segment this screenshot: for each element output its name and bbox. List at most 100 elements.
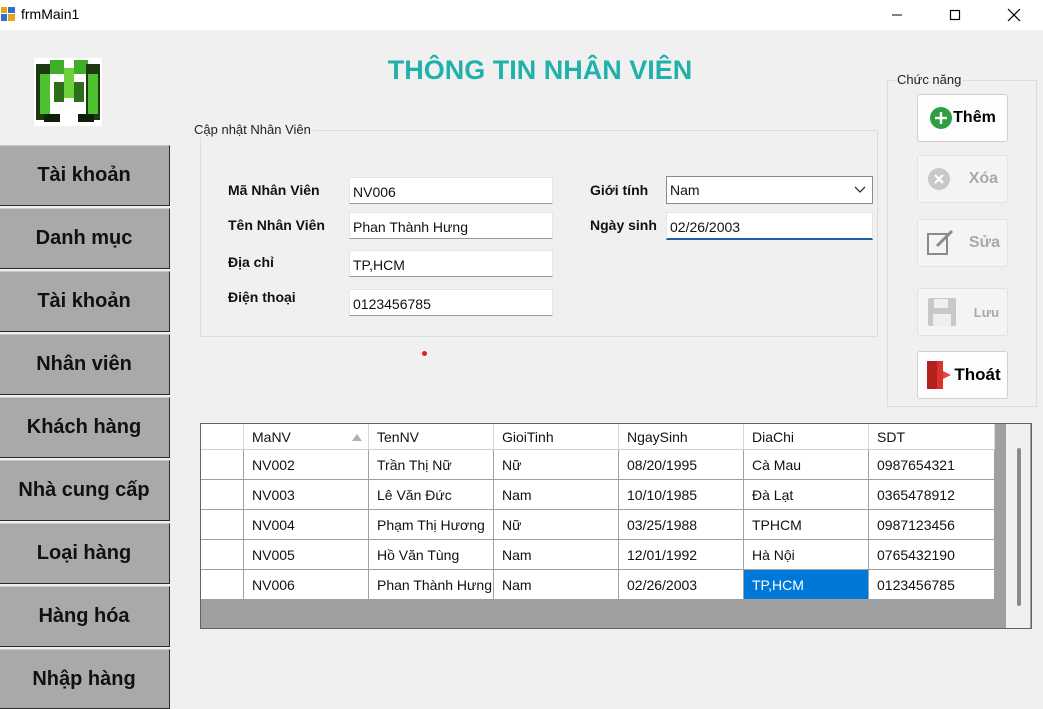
column-header-gioitinh[interactable]: GioiTinh	[494, 424, 619, 450]
grid-cell-sdt[interactable]: 0987123456	[869, 510, 995, 540]
ma-nv-input[interactable]: NV006	[349, 177, 553, 204]
column-header-label: DiaChi	[752, 428, 795, 445]
dien-thoai-label: Điện thoại	[228, 289, 296, 305]
grid-cell-tennv[interactable]: Trần Thị Nữ	[369, 450, 494, 480]
grid-cell-manv[interactable]: NV002	[244, 450, 369, 480]
grid-cell-diachi[interactable]: Hà Nội	[744, 540, 869, 570]
column-header-tennv[interactable]: TenNV	[369, 424, 494, 450]
grid-cell-sdt[interactable]: 0123456785	[869, 570, 995, 600]
save-icon	[927, 298, 956, 326]
column-header-label: NgaySinh	[627, 428, 688, 445]
column-header-diachi[interactable]: DiaChi	[744, 424, 869, 450]
sua-button[interactable]: Sửa	[917, 219, 1008, 267]
update-group-legend: Cập nhật Nhân Viên	[192, 122, 313, 137]
nav-button-danh-muc[interactable]: Danh mục	[0, 208, 170, 269]
grid-cell-tennv[interactable]: Phạm Thị Hương	[369, 510, 494, 540]
maximize-button[interactable]	[932, 0, 978, 30]
gioi-tinh-label: Giới tính	[590, 182, 649, 198]
red-dot	[422, 351, 427, 356]
employee-data-grid[interactable]: MaNV TenNV GioiTinh NgaySinh DiaChi SDT NV002 T…	[200, 423, 1032, 629]
luu-label: Lưu	[973, 304, 1000, 320]
ngay-sinh-input[interactable]: 02/26/2003	[666, 212, 873, 240]
minimize-icon	[892, 14, 902, 16]
grid-cell-gioitinh[interactable]: Nam	[494, 540, 619, 570]
delete-icon	[927, 168, 950, 190]
exit-door-icon	[927, 361, 952, 389]
logo-image	[34, 58, 102, 126]
grid-cell-ngaysinh[interactable]: 10/10/1985	[619, 480, 744, 510]
grid-cell-gioitinh[interactable]: Nữ	[494, 450, 619, 480]
dia-chi-label: Địa chỉ	[228, 254, 274, 270]
sort-ascending-icon	[352, 434, 362, 441]
edit-icon	[926, 229, 954, 255]
row-header-cell[interactable]	[201, 510, 244, 540]
row-header-cell[interactable]	[201, 540, 244, 570]
grid-cell-sdt[interactable]: 0765432190	[869, 540, 995, 570]
row-header-cell[interactable]	[201, 570, 244, 600]
nav-button-tai-khoan[interactable]: Tài khoản	[0, 145, 170, 206]
them-button[interactable]: Thêm	[917, 94, 1008, 142]
close-button[interactable]	[991, 0, 1037, 30]
actions-legend: Chức năng	[895, 72, 964, 87]
xoa-label: Xóa	[968, 170, 999, 187]
grid-cell-ngaysinh[interactable]: 02/26/2003	[619, 570, 744, 600]
grid-header-corner	[201, 424, 244, 450]
grid-cell-manv[interactable]: NV004	[244, 510, 369, 540]
grid-cell-manv[interactable]: NV006	[244, 570, 369, 600]
grid-cell-manv[interactable]: NV003	[244, 480, 369, 510]
chevron-down-icon	[854, 186, 866, 193]
gioi-tinh-select[interactable]: Nam	[666, 176, 873, 204]
column-header-manv[interactable]: MaNV	[244, 424, 369, 450]
column-header-sdt[interactable]: SDT	[869, 424, 995, 450]
nav-button-loai-hang[interactable]: Loại hàng	[0, 523, 170, 584]
close-icon	[1007, 8, 1021, 22]
nav-button-khach-hang[interactable]: Khách hàng	[0, 397, 170, 458]
column-header-label: TenNV	[377, 428, 420, 445]
grid-cell-tennv[interactable]: Phan Thành Hưng	[369, 570, 494, 600]
nav-button-nhap-hang[interactable]: Nhập hàng	[0, 649, 170, 709]
ten-nv-input[interactable]: Phan Thành Hưng	[349, 212, 553, 239]
grid-cell-gioitinh[interactable]: Nam	[494, 570, 619, 600]
column-header-label: GioiTinh	[502, 428, 554, 445]
grid-cell-diachi[interactable]: TPHCM	[744, 510, 869, 540]
column-header-label: SDT	[877, 428, 905, 445]
maximize-icon	[949, 9, 961, 21]
row-header-cell[interactable]	[201, 480, 244, 510]
nav-button-tai-khoan-2[interactable]: Tài khoản	[0, 271, 170, 332]
scrollbar-thumb[interactable]	[1017, 448, 1021, 606]
ten-nv-label: Tên Nhân Viên	[228, 217, 325, 233]
column-header-ngaysinh[interactable]: NgaySinh	[619, 424, 744, 450]
grid-cell-sdt[interactable]: 0987654321	[869, 450, 995, 480]
app-icon	[0, 6, 16, 22]
nav-button-hang-hoa[interactable]: Hàng hóa	[0, 586, 170, 647]
window-title: frmMain1	[21, 6, 80, 22]
ma-nv-label: Mã Nhân Viên	[228, 182, 320, 198]
grid-cell-tennv[interactable]: Hồ Văn Tùng	[369, 540, 494, 570]
vertical-scrollbar[interactable]	[1006, 424, 1030, 628]
grid-cell-ngaysinh[interactable]: 03/25/1988	[619, 510, 744, 540]
gioi-tinh-value: Nam	[670, 182, 700, 198]
column-header-label: MaNV	[252, 428, 291, 445]
page-title: THÔNG TIN NHÂN VIÊN	[387, 55, 693, 85]
dia-chi-input[interactable]: TP,HCM	[349, 250, 553, 277]
grid-cell-diachi[interactable]: Đà Lạt	[744, 480, 869, 510]
luu-button[interactable]: Lưu	[917, 288, 1008, 336]
add-icon	[930, 107, 953, 129]
thoat-button[interactable]: Thoát	[917, 351, 1008, 399]
grid-cell-diachi[interactable]: TP,HCM	[744, 570, 869, 600]
row-header-cell[interactable]	[201, 450, 244, 480]
nav-button-nha-cung-cap[interactable]: Nhà cung cấp	[0, 460, 170, 521]
grid-cell-gioitinh[interactable]: Nữ	[494, 510, 619, 540]
minimize-button[interactable]	[874, 0, 920, 30]
xoa-button[interactable]: Xóa	[917, 155, 1008, 203]
grid-cell-sdt[interactable]: 0365478912	[869, 480, 995, 510]
grid-cell-tennv[interactable]: Lê Văn Đức	[369, 480, 494, 510]
grid-cell-ngaysinh[interactable]: 12/01/1992	[619, 540, 744, 570]
grid-cell-diachi[interactable]: Cà Mau	[744, 450, 869, 480]
dien-thoai-input[interactable]: 0123456785	[349, 289, 553, 316]
grid-cell-manv[interactable]: NV005	[244, 540, 369, 570]
grid-cell-gioitinh[interactable]: Nam	[494, 480, 619, 510]
nav-button-nhan-vien[interactable]: Nhân viên	[0, 334, 170, 395]
thoat-label: Thoát	[954, 365, 1001, 384]
grid-cell-ngaysinh[interactable]: 08/20/1995	[619, 450, 744, 480]
